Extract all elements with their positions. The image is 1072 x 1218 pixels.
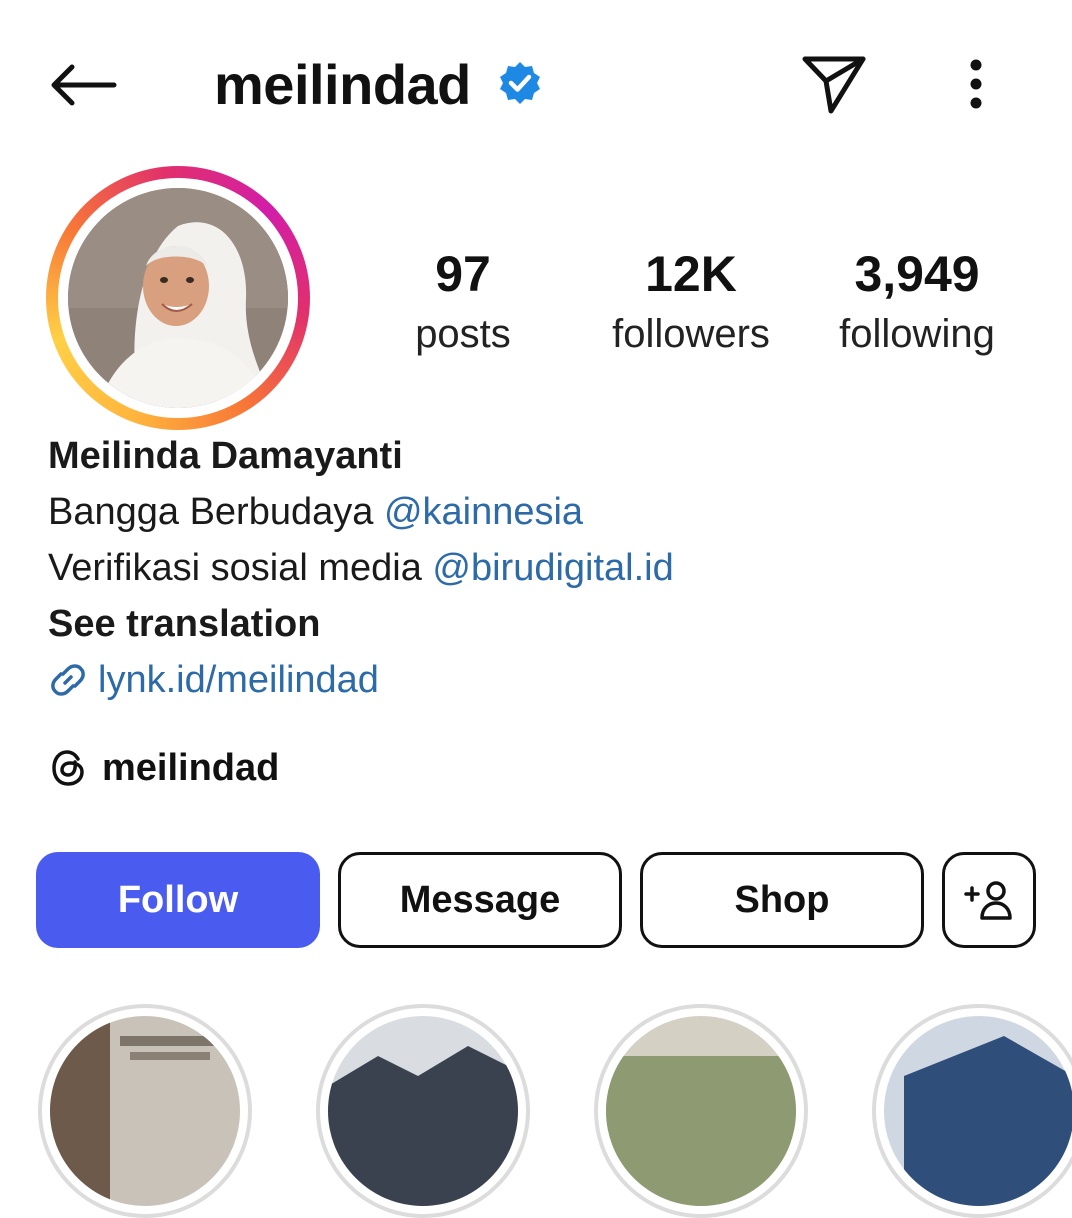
following-label: following — [839, 312, 995, 356]
story-highlight[interactable] — [594, 1004, 808, 1218]
bio-line-2: Verifikasi sosial media @birudigital.id — [48, 542, 674, 594]
more-vertical-icon — [970, 59, 982, 109]
paper-plane-icon — [802, 56, 866, 114]
posts-value: 97 — [435, 246, 491, 302]
see-translation-link[interactable]: See translation — [48, 598, 320, 650]
mention-link[interactable]: @kainnesia — [384, 491, 583, 533]
link-text: lynk.id/meilindad — [98, 658, 379, 701]
followers-value: 12K — [645, 246, 737, 302]
highlight-thumbnail — [328, 1016, 518, 1206]
story-highlight[interactable] — [872, 1004, 1072, 1218]
followers-count[interactable]: 12K followers — [594, 244, 788, 364]
posts-count[interactable]: 97 posts — [394, 244, 532, 364]
story-highlight[interactable] — [38, 1004, 252, 1218]
following-value: 3,949 — [854, 246, 980, 302]
avatar — [68, 188, 288, 408]
back-button[interactable] — [40, 52, 126, 118]
verified-badge-icon — [500, 62, 540, 104]
follow-button[interactable]: Follow — [36, 852, 320, 948]
followers-label: followers — [612, 312, 770, 356]
story-avatar[interactable] — [46, 166, 310, 430]
share-button[interactable] — [796, 48, 872, 120]
shop-button[interactable]: Shop — [640, 852, 924, 948]
arrow-left-icon — [51, 64, 117, 106]
threads-icon — [52, 750, 84, 786]
highlight-thumbnail — [50, 1016, 240, 1206]
profile-username: meilindad — [214, 53, 471, 116]
suggested-accounts-button[interactable] — [942, 852, 1036, 948]
bio-text: Bangga Berbudaya — [48, 491, 384, 533]
threads-badge[interactable]: meilindad — [48, 742, 279, 794]
more-options-button[interactable] — [950, 48, 1002, 120]
message-button[interactable]: Message — [338, 852, 622, 948]
bio-line-1: Bangga Berbudaya @kainnesia — [48, 486, 583, 538]
highlight-thumbnail — [884, 1016, 1072, 1206]
highlight-thumbnail — [606, 1016, 796, 1206]
display-name: Meilinda Damayanti — [48, 435, 403, 477]
link-icon — [51, 664, 85, 696]
story-highlight[interactable] — [316, 1004, 530, 1218]
add-person-icon — [964, 881, 1012, 920]
posts-label: posts — [415, 312, 511, 356]
bio-text: Verifikasi sosial media — [48, 547, 433, 589]
profile-link[interactable]: lynk.id/meilindad — [48, 654, 379, 706]
threads-handle: meilindad — [102, 746, 280, 789]
mention-link[interactable]: @birudigital.id — [432, 547, 673, 589]
following-count[interactable]: 3,949 following — [822, 244, 1012, 364]
